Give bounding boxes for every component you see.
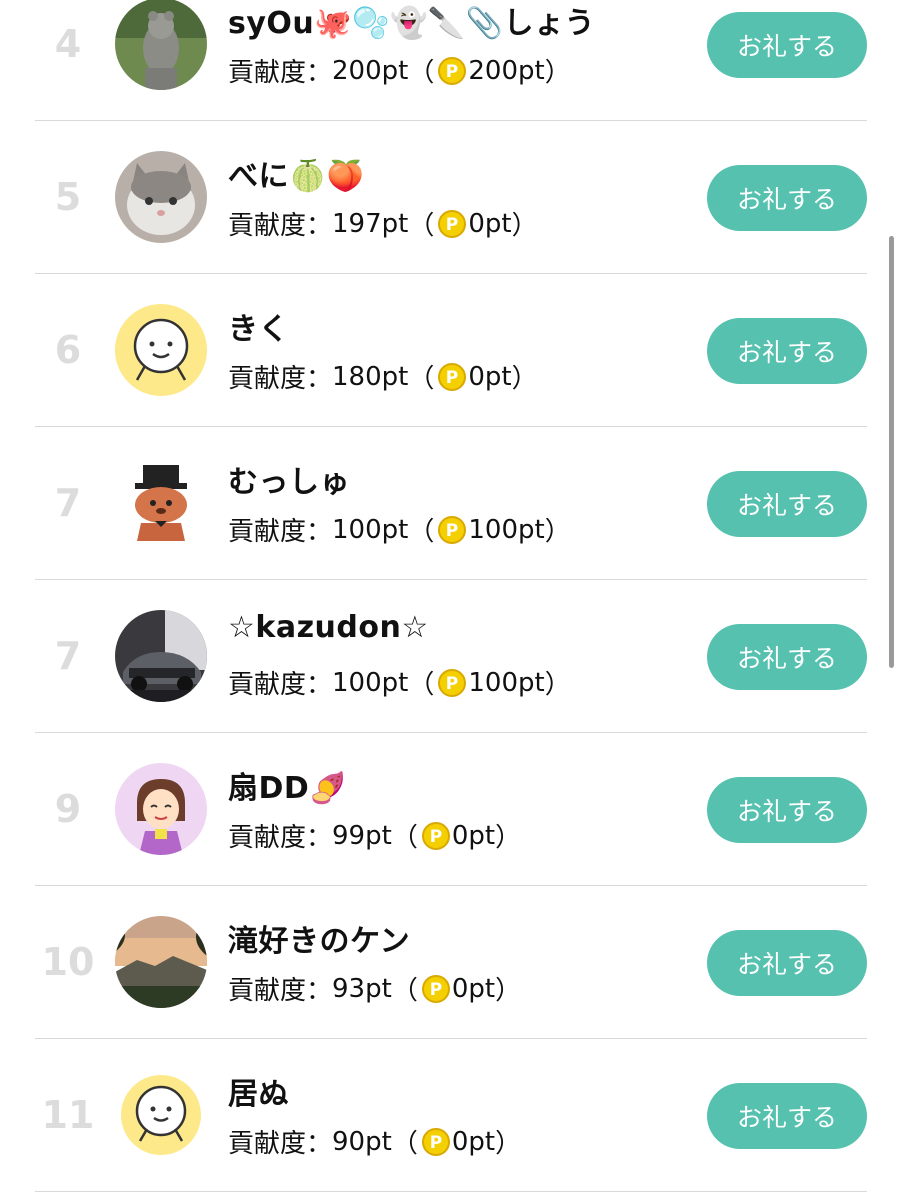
svg-text:P: P — [446, 368, 458, 388]
point-coin-icon: P — [438, 362, 467, 391]
point-coin-icon: P — [421, 821, 450, 850]
svg-text:P: P — [446, 62, 458, 82]
user-name: ☆kazudon☆ — [228, 610, 429, 645]
ranking-row: 7 むっしゅ 貢献度： 100pt （ P 100pt ） お礼する — [35, 427, 867, 580]
ranking-row: 5 べに🍈🍑 貢献度： 197pt （ P 0pt ） お礼する — [35, 121, 867, 274]
point-coin-icon: P — [421, 1127, 450, 1156]
rank-number: 10 — [41, 940, 95, 984]
svg-text:P: P — [430, 1133, 442, 1153]
avatar[interactable] — [115, 610, 207, 702]
coin-points: 100pt — [468, 667, 545, 698]
user-name: 滝好きのケン — [228, 924, 411, 959]
contribution-points: 99pt — [332, 820, 392, 851]
svg-text:P: P — [430, 980, 442, 1000]
rank-number: 7 — [54, 481, 82, 525]
svg-text:P: P — [446, 215, 458, 235]
contribution-text: 貢献度： 99pt （ P 0pt ） — [228, 817, 521, 854]
coin-points: 200pt — [468, 55, 545, 86]
user-name: 扇DD🍠 — [228, 771, 348, 806]
contribution-text: 貢献度： 197pt （ P 0pt ） — [228, 205, 538, 242]
svg-text:P: P — [446, 521, 458, 541]
contribution-points: 180pt — [332, 361, 409, 392]
thanks-button[interactable]: お礼する — [707, 12, 867, 78]
contribution-text: 貢献度： 93pt （ P 0pt ） — [228, 970, 521, 1007]
avatar[interactable] — [115, 1069, 207, 1161]
thanks-button[interactable]: お礼する — [707, 777, 867, 843]
contribution-text: 貢献度： 100pt （ P 100pt ） — [228, 664, 571, 701]
rank-number: 9 — [54, 787, 82, 831]
coin-points: 100pt — [468, 514, 545, 545]
thanks-button[interactable]: お礼する — [707, 318, 867, 384]
thanks-button[interactable]: お礼する — [707, 624, 867, 690]
avatar[interactable] — [115, 457, 207, 549]
supporter-ranking-list: 4 syOu🐙🫧👻🔪📎しょう 貢献度： 200pt （ P 200pt ） お礼… — [0, 0, 902, 1192]
contribution-text: 貢献度： 100pt （ P 100pt ） — [228, 511, 571, 548]
contribution-text: 貢献度： 180pt （ P 0pt ） — [228, 358, 538, 395]
contribution-label: 貢献度： — [228, 670, 333, 700]
coin-points: 0pt — [468, 361, 512, 392]
user-name: きく — [228, 312, 289, 347]
thanks-button[interactable]: お礼する — [707, 1083, 867, 1149]
contribution-label: 貢献度： — [228, 58, 333, 88]
contribution-points: 200pt — [332, 55, 409, 86]
thanks-button[interactable]: お礼する — [707, 930, 867, 996]
point-coin-icon: P — [438, 515, 467, 544]
contribution-points: 100pt — [332, 514, 409, 545]
contribution-points: 90pt — [332, 1126, 392, 1157]
svg-text:P: P — [446, 674, 458, 694]
rank-number: 7 — [54, 634, 82, 678]
contribution-points: 197pt — [332, 208, 409, 239]
contribution-points: 93pt — [332, 973, 392, 1004]
contribution-label: 貢献度： — [228, 976, 333, 1006]
user-name: syOu🐙🫧👻🔪📎しょう — [228, 6, 596, 41]
point-coin-icon: P — [438, 668, 467, 697]
user-name: むっしゅ — [228, 465, 350, 500]
contribution-label: 貢献度： — [228, 1129, 333, 1159]
user-name: 居ぬ — [228, 1077, 289, 1112]
vertical-scrollbar[interactable] — [889, 236, 894, 668]
avatar[interactable] — [115, 151, 207, 243]
coin-points: 0pt — [451, 973, 496, 1004]
contribution-label: 貢献度： — [228, 364, 333, 394]
ranking-row: 9 扇DD🍠 貢献度： 99pt （ P 0pt ） お礼する — [35, 733, 867, 886]
rank-number: 5 — [54, 175, 82, 219]
point-coin-icon: P — [438, 56, 467, 85]
thanks-button[interactable]: お礼する — [707, 471, 867, 537]
coin-points: 0pt — [451, 1126, 496, 1157]
contribution-label: 貢献度： — [228, 211, 333, 241]
ranking-row: 7 ☆kazudon☆ 貢献度： 100pt （ P 100pt ） お礼する — [35, 580, 867, 733]
ranking-row: 6 きく 貢献度： 180pt （ P 0pt ） お礼する — [35, 274, 867, 427]
rank-number: 11 — [41, 1093, 95, 1137]
ranking-row: 11 居ぬ 貢献度： 90pt （ P 0pt ） お礼する — [35, 1039, 867, 1192]
contribution-label: 貢献度： — [228, 517, 333, 547]
ranking-row: 4 syOu🐙🫧👻🔪📎しょう 貢献度： 200pt （ P 200pt ） お礼… — [35, 0, 867, 121]
coin-points: 0pt — [468, 208, 512, 239]
coin-points: 0pt — [451, 820, 496, 851]
rank-number: 4 — [54, 22, 82, 66]
contribution-label: 貢献度： — [228, 823, 333, 853]
avatar[interactable] — [115, 0, 207, 90]
svg-text:P: P — [430, 827, 442, 847]
point-coin-icon: P — [421, 974, 450, 1003]
contribution-points: 100pt — [332, 667, 409, 698]
rank-number: 6 — [54, 328, 82, 372]
contribution-text: 貢献度： 90pt （ P 0pt ） — [228, 1123, 521, 1160]
avatar[interactable] — [115, 763, 207, 855]
point-coin-icon: P — [438, 209, 467, 238]
user-name: べに🍈🍑 — [228, 159, 365, 194]
ranking-row: 10 滝好きのケン 貢献度： 93pt （ P 0pt ） お礼する — [35, 886, 867, 1039]
avatar[interactable] — [115, 304, 207, 396]
thanks-button[interactable]: お礼する — [707, 165, 867, 231]
avatar[interactable] — [115, 916, 207, 1008]
contribution-text: 貢献度： 200pt （ P 200pt ） — [228, 52, 571, 89]
